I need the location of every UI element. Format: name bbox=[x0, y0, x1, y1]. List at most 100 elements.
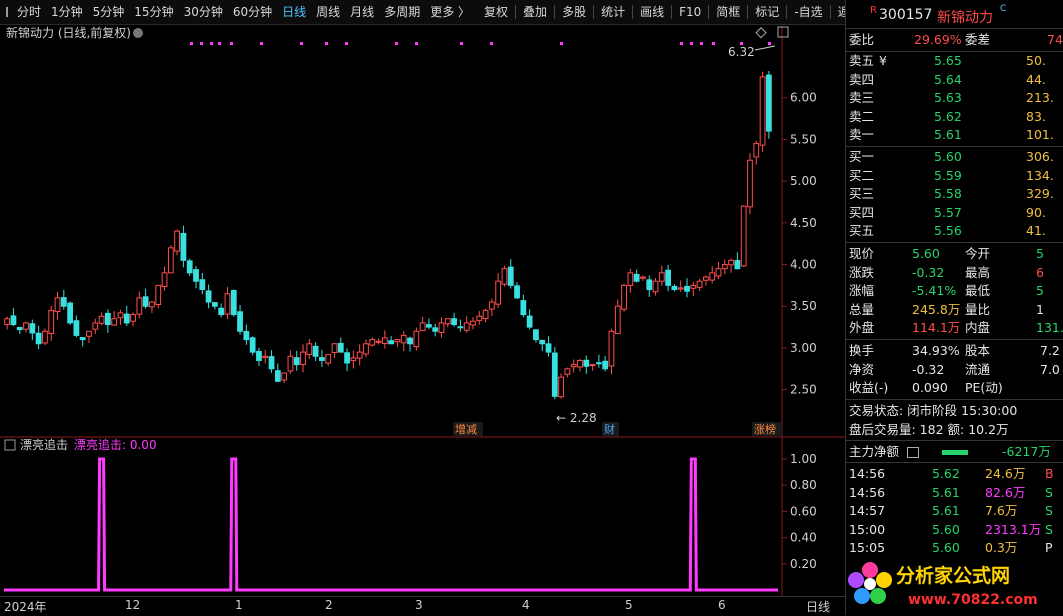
stat-label: 涨跌 bbox=[849, 264, 875, 280]
action-button-4[interactable]: 画线 bbox=[635, 0, 669, 25]
period-tab-8[interactable]: 月线 bbox=[345, 0, 379, 25]
level-label: 卖五 bbox=[849, 53, 875, 68]
logo-url: www.70822.com bbox=[908, 592, 1038, 608]
tick-time: 15:05 bbox=[849, 540, 886, 555]
period-tab-0[interactable]: 分时 bbox=[12, 0, 46, 25]
stat-value: 131. bbox=[1036, 320, 1063, 335]
period-tab-2[interactable]: 5分钟 bbox=[88, 0, 130, 25]
candle-body bbox=[161, 272, 168, 288]
candle-body bbox=[274, 370, 281, 382]
period-tab-1[interactable]: 1分钟 bbox=[46, 0, 88, 25]
event-tag[interactable]: 涨榜 bbox=[754, 422, 776, 436]
period-tab-7[interactable]: 周线 bbox=[311, 0, 345, 25]
level-label: 卖三 bbox=[849, 90, 875, 105]
period-tab-10[interactable]: 更多 〉 bbox=[425, 0, 475, 25]
stock-name[interactable]: 新锦动力 bbox=[937, 7, 993, 27]
chevron-down-icon[interactable] bbox=[133, 28, 143, 38]
stat-label: 量比 bbox=[965, 301, 991, 317]
level-volume: 41. bbox=[1026, 223, 1046, 238]
level-label: 卖四 bbox=[849, 71, 875, 87]
signal-dot bbox=[490, 42, 493, 45]
candle-body bbox=[589, 364, 596, 367]
stat-label: 内盘 bbox=[965, 320, 991, 335]
candle-body bbox=[167, 247, 174, 274]
candle-body bbox=[300, 351, 306, 366]
event-tag[interactable]: 增减 bbox=[455, 422, 477, 436]
candle-body bbox=[608, 330, 615, 367]
level-label: 买一 bbox=[849, 149, 875, 164]
candle-body bbox=[60, 297, 67, 307]
time-label: 2024年 bbox=[4, 600, 47, 614]
stat-label: 净资 bbox=[849, 361, 875, 377]
action-button-2[interactable]: 多股 bbox=[557, 0, 591, 25]
stat-row: 涨跌 -0.32 最高 6 bbox=[846, 264, 1063, 282]
action-button-3[interactable]: 统计 bbox=[596, 0, 630, 25]
candle-body bbox=[740, 205, 747, 267]
buy-level-1: 买一 5.60 306. bbox=[846, 148, 1063, 166]
panel-toggle-icon[interactable] bbox=[777, 26, 789, 38]
action-button-0[interactable]: 复权 bbox=[479, 0, 513, 25]
signal-dot bbox=[680, 42, 683, 45]
period-tab-6[interactable]: 日线 bbox=[277, 0, 311, 25]
candle-body bbox=[451, 318, 457, 326]
candle-body bbox=[595, 362, 602, 365]
stat-row: 外盘 114.1万 内盘 131. bbox=[846, 319, 1063, 337]
candle-body bbox=[35, 332, 42, 345]
candle-body bbox=[482, 309, 489, 320]
candle-body bbox=[696, 280, 703, 288]
level-price: 5.58 bbox=[934, 186, 962, 201]
fundamental-row: 换手 34.93% 股本 7.2 bbox=[846, 342, 1063, 360]
candle-body bbox=[312, 345, 319, 357]
low-price-marker: ← 2.28 bbox=[556, 411, 597, 425]
action-buttons: 复权叠加多股统计画线F10简框标记-自选返回 bbox=[479, 0, 867, 25]
candle-body bbox=[111, 318, 118, 326]
candle-body bbox=[10, 315, 17, 326]
candle-body bbox=[306, 343, 313, 355]
signal-dot bbox=[560, 42, 563, 45]
price-label: 6.00 bbox=[790, 91, 817, 105]
diamond-icon[interactable] bbox=[755, 27, 767, 39]
signal-dot bbox=[200, 42, 203, 45]
action-divider bbox=[632, 5, 634, 19]
period-tab-4[interactable]: 30分钟 bbox=[179, 0, 228, 25]
action-divider bbox=[554, 5, 556, 19]
event-tag[interactable]: 财 bbox=[604, 422, 615, 436]
candle-body bbox=[230, 290, 237, 316]
level-price: 5.61 bbox=[934, 127, 962, 142]
tick-row: 15:05 5.60 0.3万 P bbox=[846, 539, 1063, 557]
stat-label: 涨幅 bbox=[849, 283, 875, 298]
collapse-icon[interactable] bbox=[6, 7, 8, 17]
tick-row: 14:57 5.61 7.6万 S bbox=[846, 502, 1063, 520]
signal-dot bbox=[460, 42, 463, 45]
action-button-5[interactable]: F10 bbox=[674, 0, 706, 25]
candle-body bbox=[677, 287, 684, 290]
action-button-6[interactable]: 简框 bbox=[711, 0, 745, 25]
candle-body bbox=[652, 280, 659, 293]
period-tab-3[interactable]: 15分钟 bbox=[129, 0, 178, 25]
divider bbox=[846, 462, 1063, 463]
candle-body bbox=[470, 320, 476, 326]
stock-flag: R bbox=[870, 5, 877, 16]
candle-body bbox=[728, 259, 734, 266]
signal-dot bbox=[218, 42, 221, 45]
kline-chart[interactable]: 新锦动力 (日线,前复权) 6.00 5.50 5.00 4.50 4.00 3.50 3.0… bbox=[0, 26, 845, 596]
indicator-collapse-icon[interactable] bbox=[4, 439, 16, 451]
candle-body bbox=[658, 272, 665, 282]
candle-body bbox=[627, 272, 634, 286]
list-icon[interactable] bbox=[907, 447, 919, 458]
candle-body bbox=[633, 273, 640, 282]
action-button-7[interactable]: 标记 bbox=[750, 0, 784, 25]
candle-body bbox=[4, 318, 11, 326]
buy-level-3: 买三 5.58 329. bbox=[846, 185, 1063, 203]
action-button-1[interactable]: 叠加 bbox=[518, 0, 552, 25]
candle-body bbox=[256, 350, 262, 361]
divider bbox=[846, 242, 1063, 243]
candle-body bbox=[325, 354, 332, 364]
tick-time: 14:56 bbox=[849, 466, 886, 481]
time-label: 1 bbox=[235, 598, 243, 612]
candle-body bbox=[224, 293, 231, 315]
period-tab-5[interactable]: 60分钟 bbox=[228, 0, 277, 25]
action-button-8[interactable]: -自选 bbox=[789, 0, 827, 25]
period-tab-9[interactable]: 多周期 bbox=[379, 0, 425, 25]
candle-body bbox=[759, 76, 766, 146]
